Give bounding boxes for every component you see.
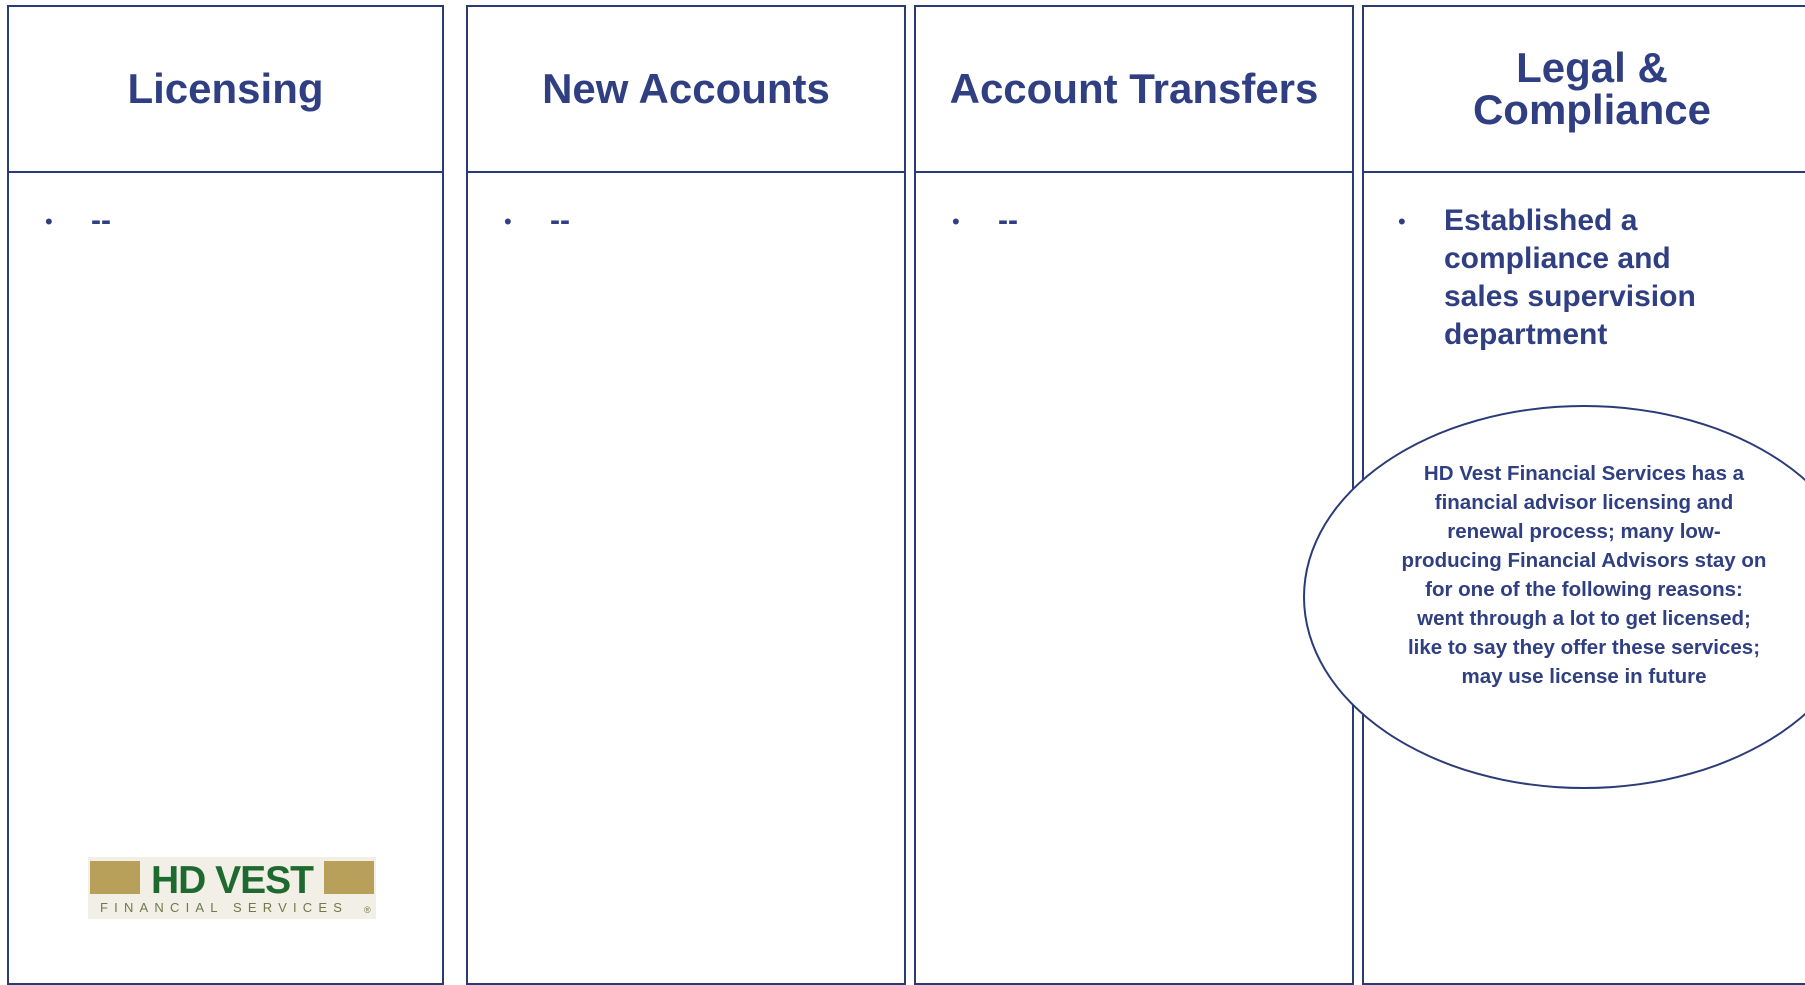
bullet-item: • -- <box>952 202 1018 242</box>
column-header: Account Transfers <box>916 7 1352 173</box>
logo-gold-bar-left <box>90 861 140 894</box>
bullet-text: Established a compliance and sales super… <box>1444 204 1696 351</box>
column-new-accounts: New Accounts • -- <box>466 5 906 985</box>
column-body: • -- <box>468 174 904 983</box>
logo-main-text: HD VEST <box>151 859 314 902</box>
bullet-item: • Established a compliance and sales sup… <box>1398 202 1728 354</box>
column-header: Licensing <box>9 7 442 173</box>
bullet-item: • -- <box>45 202 111 242</box>
column-title: New Accounts <box>542 65 830 112</box>
bullet-icon: • <box>45 209 53 234</box>
bullet-icon: • <box>952 209 960 234</box>
logo-sub-text: FINANCIAL SERVICES <box>100 900 348 915</box>
bullet-text: -- <box>91 204 111 237</box>
column-body: • -- <box>916 174 1352 983</box>
callout-text: HD Vest Financial Services has a financi… <box>1401 462 1767 688</box>
hd-vest-logo: HD VEST FINANCIAL SERVICES ® <box>88 857 376 919</box>
column-licensing: Licensing • -- <box>7 5 444 985</box>
bullet-text: -- <box>998 204 1018 237</box>
column-header: New Accounts <box>468 7 904 173</box>
column-title: Licensing <box>127 65 324 112</box>
logo-registered-mark: ® <box>364 905 371 915</box>
column-title: Legal & Compliance <box>1472 44 1712 133</box>
logo-gold-bar-right <box>324 861 374 894</box>
column-title: Account Transfers <box>949 65 1319 112</box>
column-header: Legal & Compliance <box>1364 7 1805 173</box>
bullet-icon: • <box>1398 209 1406 234</box>
bullet-text: -- <box>550 204 570 237</box>
bullet-icon: • <box>504 209 512 234</box>
column-account-transfers: Account Transfers • -- <box>914 5 1354 985</box>
bullet-item: • -- <box>504 202 570 242</box>
